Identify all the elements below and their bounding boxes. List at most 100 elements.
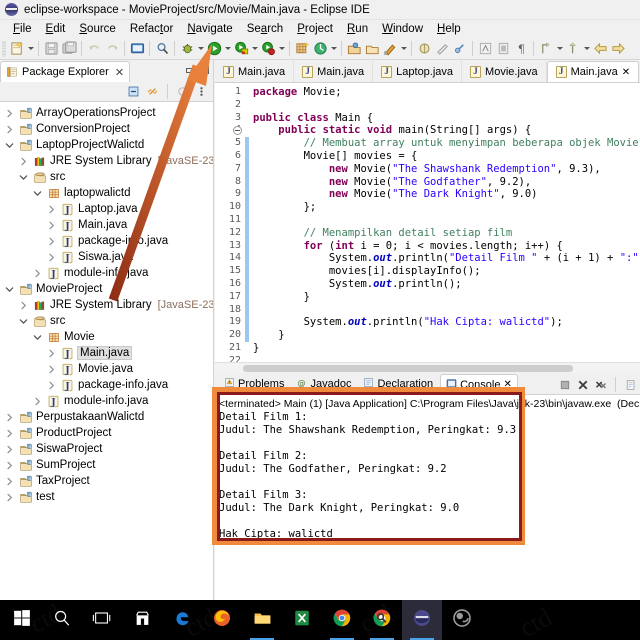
skip-breakpoints-dropdown-icon[interactable] — [399, 40, 408, 58]
next-annotation-icon[interactable] — [564, 40, 582, 58]
terminate-icon[interactable] — [558, 378, 571, 391]
menu-refactor[interactable]: Refactor — [123, 23, 180, 35]
profile-icon[interactable] — [259, 40, 277, 58]
tree-item[interactable]: src — [0, 313, 213, 329]
chevron-down-icon[interactable] — [32, 332, 43, 343]
toolbar-grip[interactable] — [2, 41, 6, 57]
menu-edit[interactable]: Edit — [39, 23, 73, 35]
chevron-right-icon[interactable] — [18, 156, 29, 167]
redo-icon[interactable] — [103, 40, 121, 58]
chevron-down-icon[interactable] — [4, 284, 15, 295]
previous-annotation-icon[interactable] — [537, 40, 555, 58]
link-icon[interactable] — [451, 40, 469, 58]
open-console-icon[interactable] — [128, 40, 146, 58]
tree-item[interactable]: Jmodule-info.java — [0, 265, 213, 281]
show-whitespace-icon[interactable] — [494, 40, 512, 58]
tree-item[interactable]: TaxProject — [0, 473, 213, 489]
debug-dropdown-icon[interactable] — [196, 40, 205, 58]
tree-item[interactable]: laptopwalictd — [0, 185, 213, 201]
remove-all-terminated-icon[interactable] — [594, 378, 607, 391]
new-java-package-icon[interactable] — [293, 40, 311, 58]
tree-item[interactable]: ConversionProject — [0, 121, 213, 137]
fold-collapse-icon[interactable] — [233, 126, 242, 135]
new-wizard-icon[interactable] — [8, 40, 26, 58]
console-tab-javadoc[interactable]: @Javadoc — [291, 375, 356, 394]
chevron-right-icon[interactable] — [46, 204, 57, 215]
tree-item[interactable]: PerpustakaanWalictd — [0, 409, 213, 425]
tree-item[interactable]: SiswaProject — [0, 441, 213, 457]
chevron-right-icon[interactable] — [32, 396, 43, 407]
menu-project[interactable]: Project — [290, 23, 340, 35]
previous-annotation-dropdown-icon[interactable] — [555, 40, 564, 58]
debug-icon[interactable] — [178, 40, 196, 58]
menu-window[interactable]: Window — [375, 23, 430, 35]
open-type-icon[interactable] — [311, 40, 329, 58]
taskbar-firefox-browser[interactable] — [202, 600, 242, 640]
chevron-right-icon[interactable] — [4, 124, 15, 135]
open-perspective-icon[interactable] — [363, 40, 381, 58]
run-dropdown-icon[interactable] — [223, 40, 232, 58]
profile-dropdown-icon[interactable] — [277, 40, 286, 58]
chevron-right-icon[interactable] — [4, 492, 15, 503]
chevron-right-icon[interactable] — [4, 444, 15, 455]
open-console-icon[interactable] — [624, 378, 637, 391]
console-output[interactable]: <terminated> Main (1) [Java Application]… — [215, 394, 640, 600]
menu-search[interactable]: Search — [240, 23, 290, 35]
new-wizard-dropdown-icon[interactable] — [26, 40, 35, 58]
tree-item[interactable]: JLaptop.java — [0, 201, 213, 217]
forward-icon[interactable] — [609, 40, 627, 58]
menu-source[interactable]: Source — [72, 23, 122, 35]
chevron-right-icon[interactable] — [4, 460, 15, 471]
menu-navigate[interactable]: Navigate — [180, 23, 239, 35]
taskbar-eclipse-ide[interactable] — [402, 600, 442, 640]
source-code[interactable]: package Movie; public class Main { publi… — [245, 83, 640, 373]
tree-item[interactable]: Movie — [0, 329, 213, 345]
console-tab-console[interactable]: Console✕ — [440, 374, 518, 394]
collapse-all-icon[interactable] — [126, 84, 141, 99]
chevron-right-icon[interactable] — [46, 220, 57, 231]
tab-package-explorer[interactable]: Package Explorer ✕ — [0, 61, 130, 82]
new-class-icon[interactable] — [415, 40, 433, 58]
external-tools-icon[interactable] — [433, 40, 451, 58]
close-icon[interactable]: ✕ — [503, 379, 511, 390]
search-icon[interactable] — [153, 40, 171, 58]
back-icon[interactable] — [591, 40, 609, 58]
editor-tab[interactable]: Main.java — [215, 61, 294, 82]
focus-icon[interactable] — [175, 84, 190, 99]
link-with-editor-icon[interactable] — [145, 84, 160, 99]
undo-icon[interactable] — [85, 40, 103, 58]
chevron-right-icon[interactable] — [46, 380, 57, 391]
tree-item[interactable]: JMovie.java — [0, 361, 213, 377]
run-icon[interactable] — [205, 40, 223, 58]
menu-run[interactable]: Run — [340, 23, 375, 35]
console-tab-declaration[interactable]: Declaration — [358, 375, 438, 394]
console-tab-problems[interactable]: Problems — [219, 375, 289, 394]
tree-item[interactable]: ProductProject — [0, 425, 213, 441]
chevron-right-icon[interactable] — [46, 348, 57, 359]
close-icon[interactable]: ✕ — [622, 67, 630, 78]
taskbar-chrome-browser[interactable] — [322, 600, 362, 640]
coverage-dropdown-icon[interactable] — [250, 40, 259, 58]
chevron-down-icon[interactable] — [32, 188, 43, 199]
menu-help[interactable]: Help — [430, 23, 468, 35]
tree-item[interactable]: ArrayOperationsProject — [0, 105, 213, 121]
tree-item[interactable]: test — [0, 489, 213, 505]
chevron-down-icon[interactable] — [18, 172, 29, 183]
editor-tab[interactable]: Main.java — [294, 61, 373, 82]
chevron-right-icon[interactable] — [4, 428, 15, 439]
remove-launch-icon[interactable] — [576, 378, 589, 391]
chevron-right-icon[interactable] — [4, 476, 15, 487]
taskbar-microsoft-store[interactable] — [122, 600, 162, 640]
chevron-right-icon[interactable] — [4, 412, 15, 423]
taskbar-task-view[interactable] — [82, 600, 122, 640]
chevron-right-icon[interactable] — [46, 236, 57, 247]
chevron-right-icon[interactable] — [46, 252, 57, 263]
close-icon[interactable]: ✕ — [115, 66, 124, 79]
taskbar-file-explorer[interactable] — [242, 600, 282, 640]
pilcrow-icon[interactable]: ¶ — [512, 40, 530, 58]
taskbar-edge-browser[interactable] — [162, 600, 202, 640]
menu-file[interactable]: File — [6, 23, 39, 35]
editor-tab[interactable]: Movie.java — [462, 61, 547, 82]
tree-item[interactable]: JMain.java — [0, 217, 213, 233]
editor-tab[interactable]: Main.java✕ — [547, 61, 639, 82]
